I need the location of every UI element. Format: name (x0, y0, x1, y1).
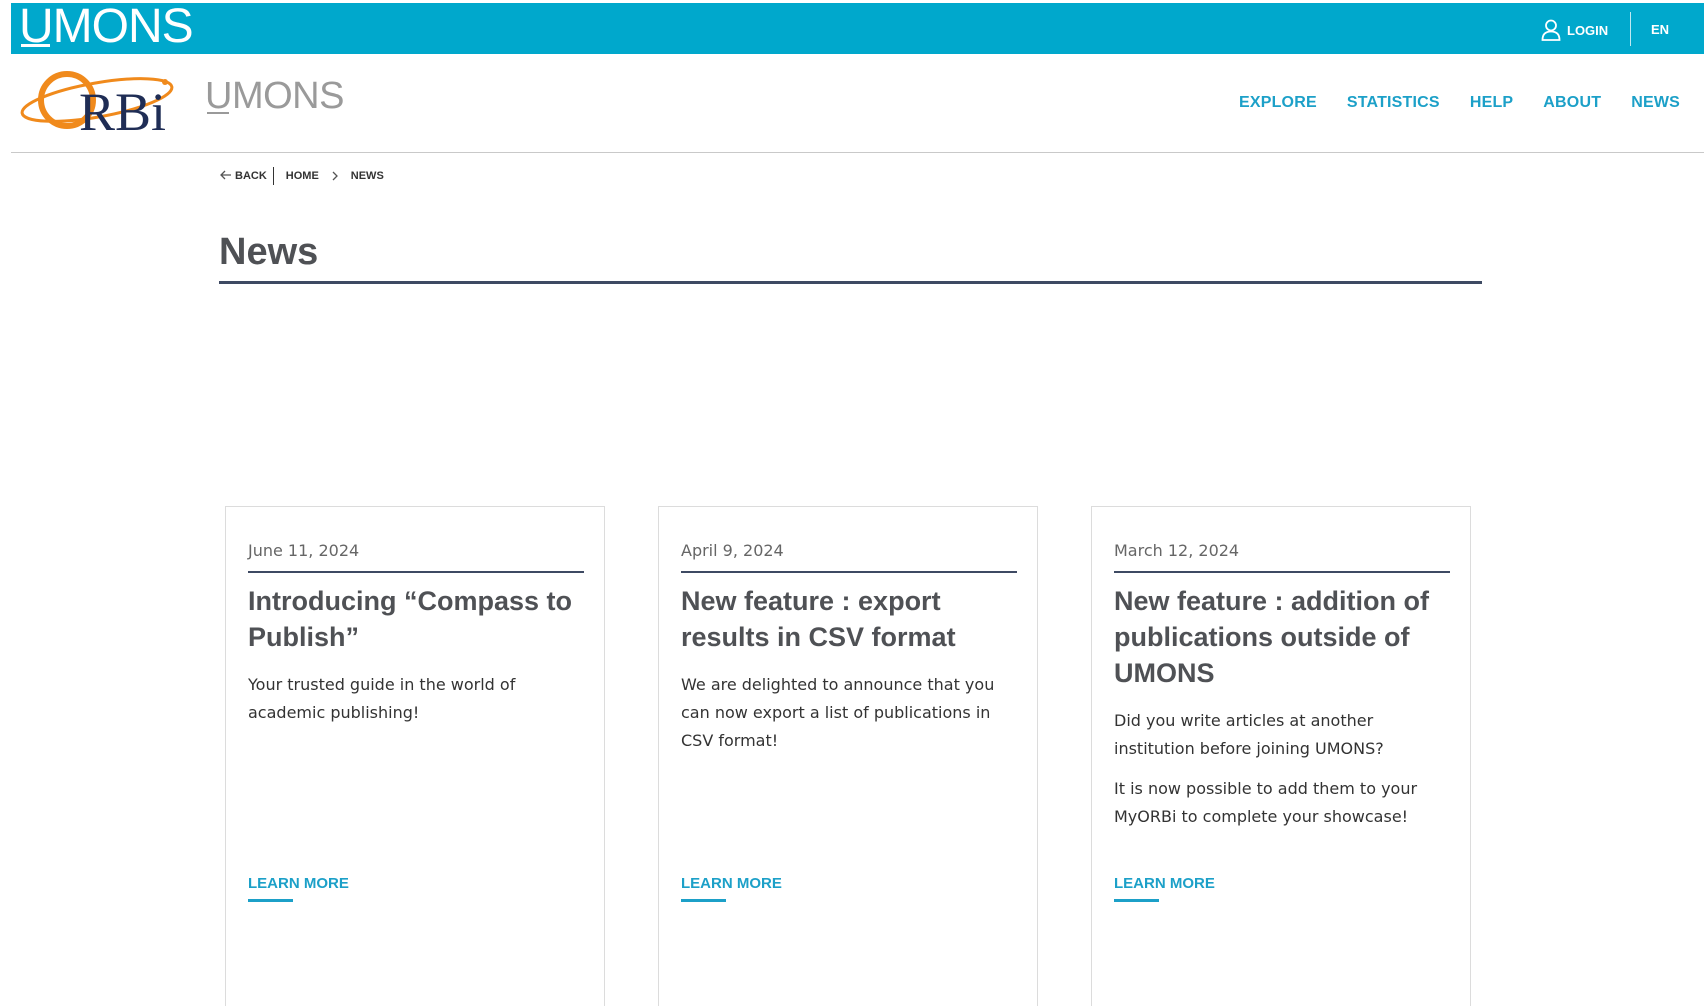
nav-statistics[interactable]: STATISTICS (1347, 94, 1440, 112)
nav-help[interactable]: HELP (1470, 94, 1513, 112)
news-date: June 11, 2024 (248, 541, 360, 560)
news-date: April 9, 2024 (681, 541, 784, 560)
news-date: March 12, 2024 (1114, 541, 1240, 560)
news-excerpt: Your trusted guide in the world of acade… (248, 671, 588, 739)
umons-top-logo-rest: MONS (52, 0, 194, 53)
page: UMONS LOGIN EN RBi UMONS EXPLORE STATIST… (11, 0, 1704, 1006)
news-date-rule (248, 571, 584, 573)
institution-name: UMONS (205, 75, 344, 117)
news-excerpt-paragraph: It is now possible to add them to your M… (1114, 779, 1418, 826)
arrow-left-icon (219, 168, 233, 185)
news-excerpt-paragraph: Did you write articles at another instit… (1114, 711, 1384, 758)
chevron-right-icon (331, 170, 339, 182)
site-header: RBi UMONS EXPLORE STATISTICS HELP ABOUT … (11, 54, 1704, 153)
news-excerpt: We are delighted to announce that you ca… (681, 671, 1021, 767)
news-date-rule (681, 571, 1017, 573)
back-link[interactable]: BACK (219, 168, 267, 185)
top-bar: UMONS LOGIN EN (11, 0, 1704, 55)
breadcrumb-current: NEWS (350, 170, 384, 182)
learn-more-underline (681, 899, 726, 902)
main-navigation: EXPLORE STATISTICS HELP ABOUT NEWS (1239, 94, 1680, 112)
news-title[interactable]: New feature : export results in CSV form… (681, 583, 1021, 655)
news-excerpt-paragraph: Your trusted guide in the world of acade… (248, 675, 516, 722)
learn-more-link[interactable]: LEARN MORE (248, 875, 349, 892)
news-card: April 9, 2024 New feature : export resul… (658, 506, 1038, 1006)
news-card: June 11, 2024 Introducing “Compass to Pu… (225, 506, 605, 1006)
orbi-logo[interactable]: RBi (17, 64, 197, 140)
news-card: March 12, 2024 New feature : addition of… (1091, 506, 1471, 1006)
news-title[interactable]: Introducing “Compass to Publish” (248, 583, 588, 655)
learn-more-underline (1114, 899, 1159, 902)
nav-news[interactable]: NEWS (1631, 94, 1680, 112)
news-excerpt: Did you write articles at another instit… (1114, 707, 1454, 843)
news-excerpt-paragraph: We are delighted to announce that you ca… (681, 675, 995, 750)
learn-more-link[interactable]: LEARN MORE (681, 875, 782, 892)
breadcrumb: BACK HOME NEWS (219, 167, 384, 185)
language-selector[interactable]: EN (1651, 22, 1669, 37)
nav-explore[interactable]: EXPLORE (1239, 94, 1317, 112)
news-date-rule (1114, 571, 1450, 573)
login-label: LOGIN (1567, 22, 1609, 38)
umons-top-logo[interactable]: UMONS (19, 0, 194, 55)
user-icon (1541, 19, 1561, 41)
title-underline (219, 281, 1482, 284)
top-bar-divider (1630, 12, 1631, 46)
nav-about[interactable]: ABOUT (1543, 94, 1601, 112)
breadcrumb-home[interactable]: HOME (286, 170, 319, 182)
news-title[interactable]: New feature : addition of publications o… (1114, 583, 1454, 691)
learn-more-link[interactable]: LEARN MORE (1114, 875, 1215, 892)
login-link[interactable]: LOGIN (1541, 18, 1608, 42)
breadcrumb-divider (272, 167, 274, 185)
page-title: News (219, 231, 319, 273)
back-label: BACK (235, 170, 267, 182)
learn-more-underline (248, 899, 293, 902)
svg-text:RBi: RBi (79, 82, 166, 140)
